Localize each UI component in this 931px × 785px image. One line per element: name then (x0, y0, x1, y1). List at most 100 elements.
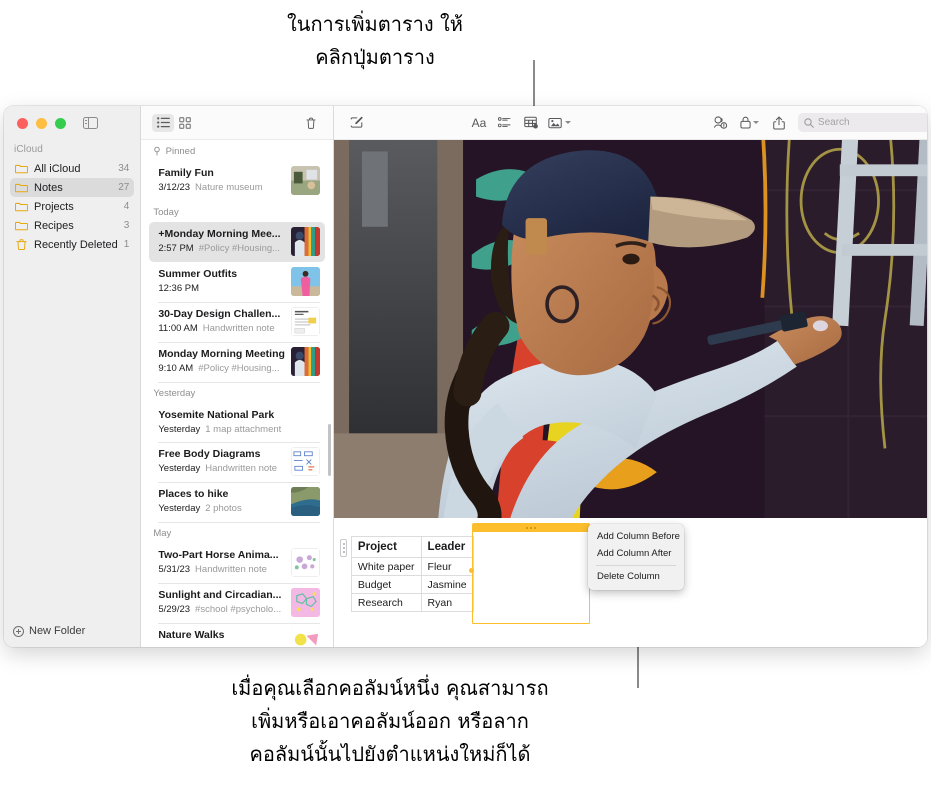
note-time: Yesterday (158, 424, 201, 435)
trash-icon (15, 238, 28, 251)
note-list-item[interactable]: Yosemite National Park Yesterday 1 map at… (149, 403, 325, 443)
note-list-item[interactable]: Free Body Diagrams Yesterday Handwritten … (149, 442, 325, 483)
search-placeholder: Search (817, 117, 850, 128)
zoom-button[interactable] (55, 117, 66, 129)
plus-circle-icon (13, 625, 24, 637)
chevron-down-icon[interactable] (753, 121, 760, 124)
note-thumbnail (290, 347, 320, 376)
table-cell[interactable]: White paper (350, 557, 422, 576)
note-list-item[interactable]: Places to hike Yesterday 2 photos (149, 482, 325, 523)
table-cell[interactable]: Research (350, 593, 422, 612)
note-thumbnail (290, 166, 320, 195)
table-column-resize-knob[interactable] (469, 568, 475, 573)
share-icon[interactable] (766, 113, 792, 133)
gallery-view-icon[interactable] (174, 114, 196, 132)
checklist-icon[interactable] (492, 113, 518, 133)
notes-scroll-area[interactable]: ⚲ Pinned Family Fun 3/12/23 Nature museum… (141, 140, 333, 647)
table-header-cell[interactable]: Leader (420, 536, 474, 558)
note-time: 9:10 AM (158, 363, 194, 374)
list-view-icon[interactable] (152, 113, 175, 132)
note-time: 5/31/23 (158, 564, 191, 575)
note-meta: #school #psycholo... (195, 604, 282, 615)
sidebar: iCloud All iCloud 34 Notes 27 Projects 4… (4, 106, 142, 647)
editor-toolbar: Aa Search (333, 106, 927, 140)
note-thumbnail (290, 487, 320, 516)
chevron-down-icon[interactable] (565, 121, 572, 124)
note-title: 30-Day Design Challen... (158, 308, 281, 320)
table-header-row: Project Leader (350, 536, 474, 558)
minimize-button[interactable] (36, 117, 47, 129)
sidebar-item-projects[interactable]: Projects 4 (10, 197, 134, 216)
note-list-item-selected[interactable]: +Monday Morning Mee... 2:57 PM #Policy #H… (149, 222, 325, 262)
note-list-item[interactable]: Two-Part Horse Anima... 5/31/23 Handwritt… (149, 543, 325, 584)
note-list-item[interactable]: Summer Outfits 12:36 PM (149, 262, 325, 303)
sidebar-item-all-icloud[interactable]: All iCloud 34 (10, 159, 134, 178)
sidebar-item-recently-deleted[interactable]: Recently Deleted 1 (10, 235, 134, 254)
menu-separator (596, 565, 676, 566)
collaborate-icon[interactable] (708, 113, 734, 133)
notes-list-scrollbar[interactable] (328, 424, 332, 476)
note-time: Yesterday (158, 503, 201, 514)
close-button[interactable] (17, 117, 28, 129)
note-list-item[interactable]: Family Fun 3/12/23 Nature museum (149, 161, 325, 201)
sidebar-section-title: iCloud (14, 144, 43, 155)
note-meta: #Policy #Housing... (198, 363, 280, 374)
note-list-item[interactable]: 30-Day Design Challen... 11:00 AM Handwri… (149, 302, 325, 343)
note-list-item[interactable]: Sunlight and Circadian... 5/29/23 #school… (149, 583, 325, 624)
format-text-button[interactable]: Aa (466, 113, 492, 133)
folder-icon (14, 162, 29, 175)
note-title: Two-Part Horse Anima... (158, 549, 279, 561)
search-icon (804, 117, 814, 128)
table-row-grip-handle[interactable] (339, 539, 347, 557)
lock-icon[interactable] (734, 113, 766, 133)
table-header-cell[interactable]: Project (350, 536, 422, 558)
table-cell[interactable]: Fleur (420, 557, 474, 576)
note-title: Sunlight and Circadian... (158, 589, 282, 601)
sidebar-item-count: 3 (123, 220, 130, 231)
note-meta: 1 map attachment (205, 424, 282, 435)
folder-icon (14, 200, 29, 213)
table-cell[interactable]: Jasmine (420, 575, 474, 594)
sidebar-item-notes[interactable]: Notes 27 (10, 178, 135, 197)
note-title: +Monday Morning Mee... (158, 228, 281, 240)
table-cell[interactable]: Ryan (420, 593, 474, 612)
media-icon[interactable] (544, 113, 576, 133)
note-meta: 2 photos (205, 503, 242, 514)
note-list-item[interactable]: Nature Walks (149, 623, 325, 647)
table-icon[interactable] (518, 113, 544, 133)
notes-group-header: May (141, 522, 333, 543)
menu-item-add-column-after[interactable]: Add Column After (588, 545, 684, 562)
menu-item-add-column-before[interactable]: Add Column Before (588, 528, 684, 545)
column-context-menu[interactable]: Add Column Before Add Column After Delet… (588, 524, 684, 590)
note-thumbnail (290, 307, 320, 336)
note-thumbnail (290, 447, 320, 476)
pin-icon: ⚲ (153, 146, 161, 157)
note-title: Monday Morning Meeting (158, 348, 285, 360)
note-title: Free Body Diagrams (158, 448, 261, 460)
sidebar-item-count: 4 (123, 201, 130, 212)
trash-icon[interactable] (300, 114, 322, 132)
note-thumbnail (290, 628, 320, 647)
new-folder-label: New Folder (29, 625, 86, 637)
note-title: Summer Outfits (158, 268, 238, 280)
note-thumbnail (290, 227, 320, 256)
sidebar-item-count: 27 (118, 182, 130, 193)
table-column-handle[interactable] (471, 523, 590, 532)
note-thumbnail (290, 267, 320, 296)
callout-text-top: ในการเพิ่มตาราง ให้ คลิกปุ่มตาราง (287, 12, 463, 69)
notes-group-header: Today (141, 201, 333, 222)
compose-icon[interactable] (344, 113, 370, 133)
search-input[interactable]: Search (797, 113, 927, 132)
sidebar-toggle-icon[interactable] (83, 117, 98, 129)
sidebar-item-recipes[interactable]: Recipes 3 (10, 216, 134, 235)
note-list-item[interactable]: Monday Morning Meeting 9:10 AM #Policy #H… (149, 342, 325, 383)
new-folder-button[interactable]: New Folder (4, 615, 140, 647)
note-table[interactable]: Project Leader White paper Fleur Budget … (350, 536, 474, 612)
notes-list-pane: ⚲ Pinned Family Fun 3/12/23 Nature museum… (141, 106, 334, 647)
table-cell[interactable]: Budget (350, 575, 422, 594)
note-meta: Handwritten note (202, 323, 275, 334)
menu-item-delete-column[interactable]: Delete Column (588, 569, 684, 586)
note-time: Yesterday (158, 463, 201, 474)
notes-group-label: Yesterday (153, 388, 196, 399)
notes-group-label: Today (153, 207, 179, 218)
